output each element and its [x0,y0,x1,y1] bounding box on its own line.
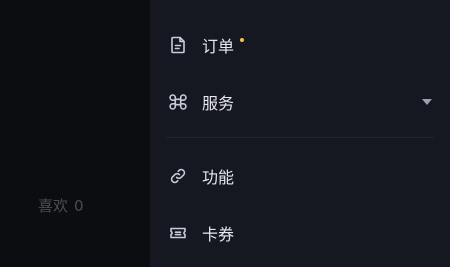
link-icon [168,166,188,186]
likes-count: 0 [74,197,84,215]
menu-item-services[interactable]: 服务 [150,82,450,122]
menu-item-coupons[interactable]: 卡券 [150,213,450,253]
menu-item-label: 订单 [202,37,235,56]
new-badge-dot [240,38,244,42]
menu-divider [166,137,434,138]
menu-item-features[interactable]: 功能 [150,156,450,196]
app-screen: 喜欢 0 订单 服务 功能 卡券 [0,0,450,267]
chevron-down-icon[interactable] [422,99,432,105]
likes-stat: 喜欢 0 [38,195,90,216]
menu-item-label: 卡券 [202,225,235,244]
menu-item-label: 功能 [202,168,235,187]
ticket-icon [168,223,188,243]
command-icon [168,92,188,112]
page-backdrop[interactable]: 喜欢 0 [0,0,150,267]
side-menu-drawer: 订单 服务 功能 卡券 [150,0,450,267]
document-icon [168,35,188,55]
menu-item-orders[interactable]: 订单 [150,25,450,65]
likes-label: 喜欢 [38,197,69,215]
menu-item-label: 服务 [202,94,235,113]
